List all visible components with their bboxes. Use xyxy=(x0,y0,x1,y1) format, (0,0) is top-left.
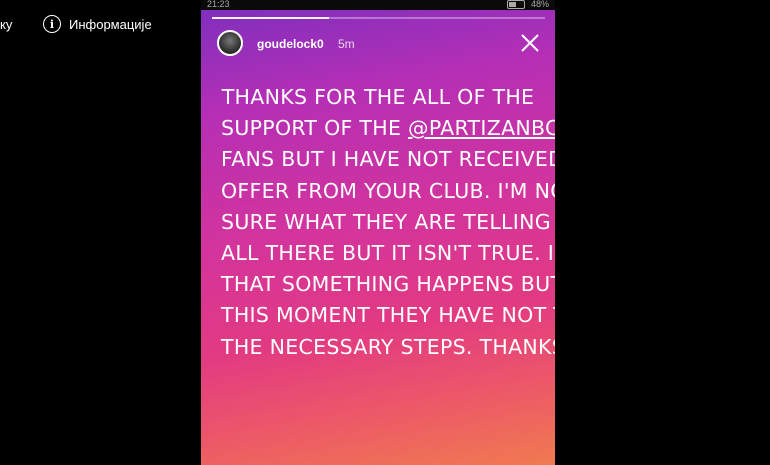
mention-link[interactable]: @PARTIZANBC xyxy=(408,116,555,140)
phone-screen: 21:23 48% goudelock0 5m THANKS FOR THE A… xyxy=(201,0,555,465)
story-line: OFFER FROM YOUR CLUB. I'M NOT xyxy=(221,178,555,203)
story-line: THIS MOMENT THEY HAVE NOT TAKEN xyxy=(221,303,555,328)
close-icon xyxy=(521,34,539,52)
battery-icon xyxy=(506,0,525,9)
story-line: SUPPORT OF THE @PARTIZANBC xyxy=(221,113,555,144)
story-line-text: SUPPORT OF THE xyxy=(221,116,409,141)
story-line: ALL THERE BUT IT ISN'T TRUE. I HOPE xyxy=(221,241,555,266)
status-bar: 21:23 48% xyxy=(201,0,555,10)
status-time: 21:23 xyxy=(207,0,230,9)
story-line: THE NECESSARY STEPS. THANKS xyxy=(221,334,555,359)
info-label: Информације xyxy=(69,16,152,32)
story-time-ago: 5m xyxy=(338,37,355,51)
info-button[interactable]: i Информације xyxy=(43,15,152,33)
story-line: THANKS FOR THE ALL OF THE xyxy=(221,85,535,109)
story-progress-fill xyxy=(212,17,329,19)
avatar[interactable] xyxy=(217,30,243,56)
back-label[interactable]: ку xyxy=(0,17,12,32)
story-line: THAT SOMETHING HAPPENS BUT AT xyxy=(221,272,555,297)
story-line: FANS BUT I HAVE NOT RECEIVED ANY xyxy=(221,147,555,172)
story-line: SURE WHAT THEY ARE TELLING YOU xyxy=(221,209,555,234)
battery-level: 48% xyxy=(530,0,549,9)
status-right: 48% xyxy=(506,0,549,9)
story-text: THANKS FOR THE ALL OF THE SUPPORT OF THE… xyxy=(221,82,555,363)
story-progress-bar xyxy=(212,17,545,19)
username[interactable]: goudelock0 xyxy=(257,37,324,51)
info-icon: i xyxy=(43,15,61,33)
close-button[interactable] xyxy=(520,33,540,53)
